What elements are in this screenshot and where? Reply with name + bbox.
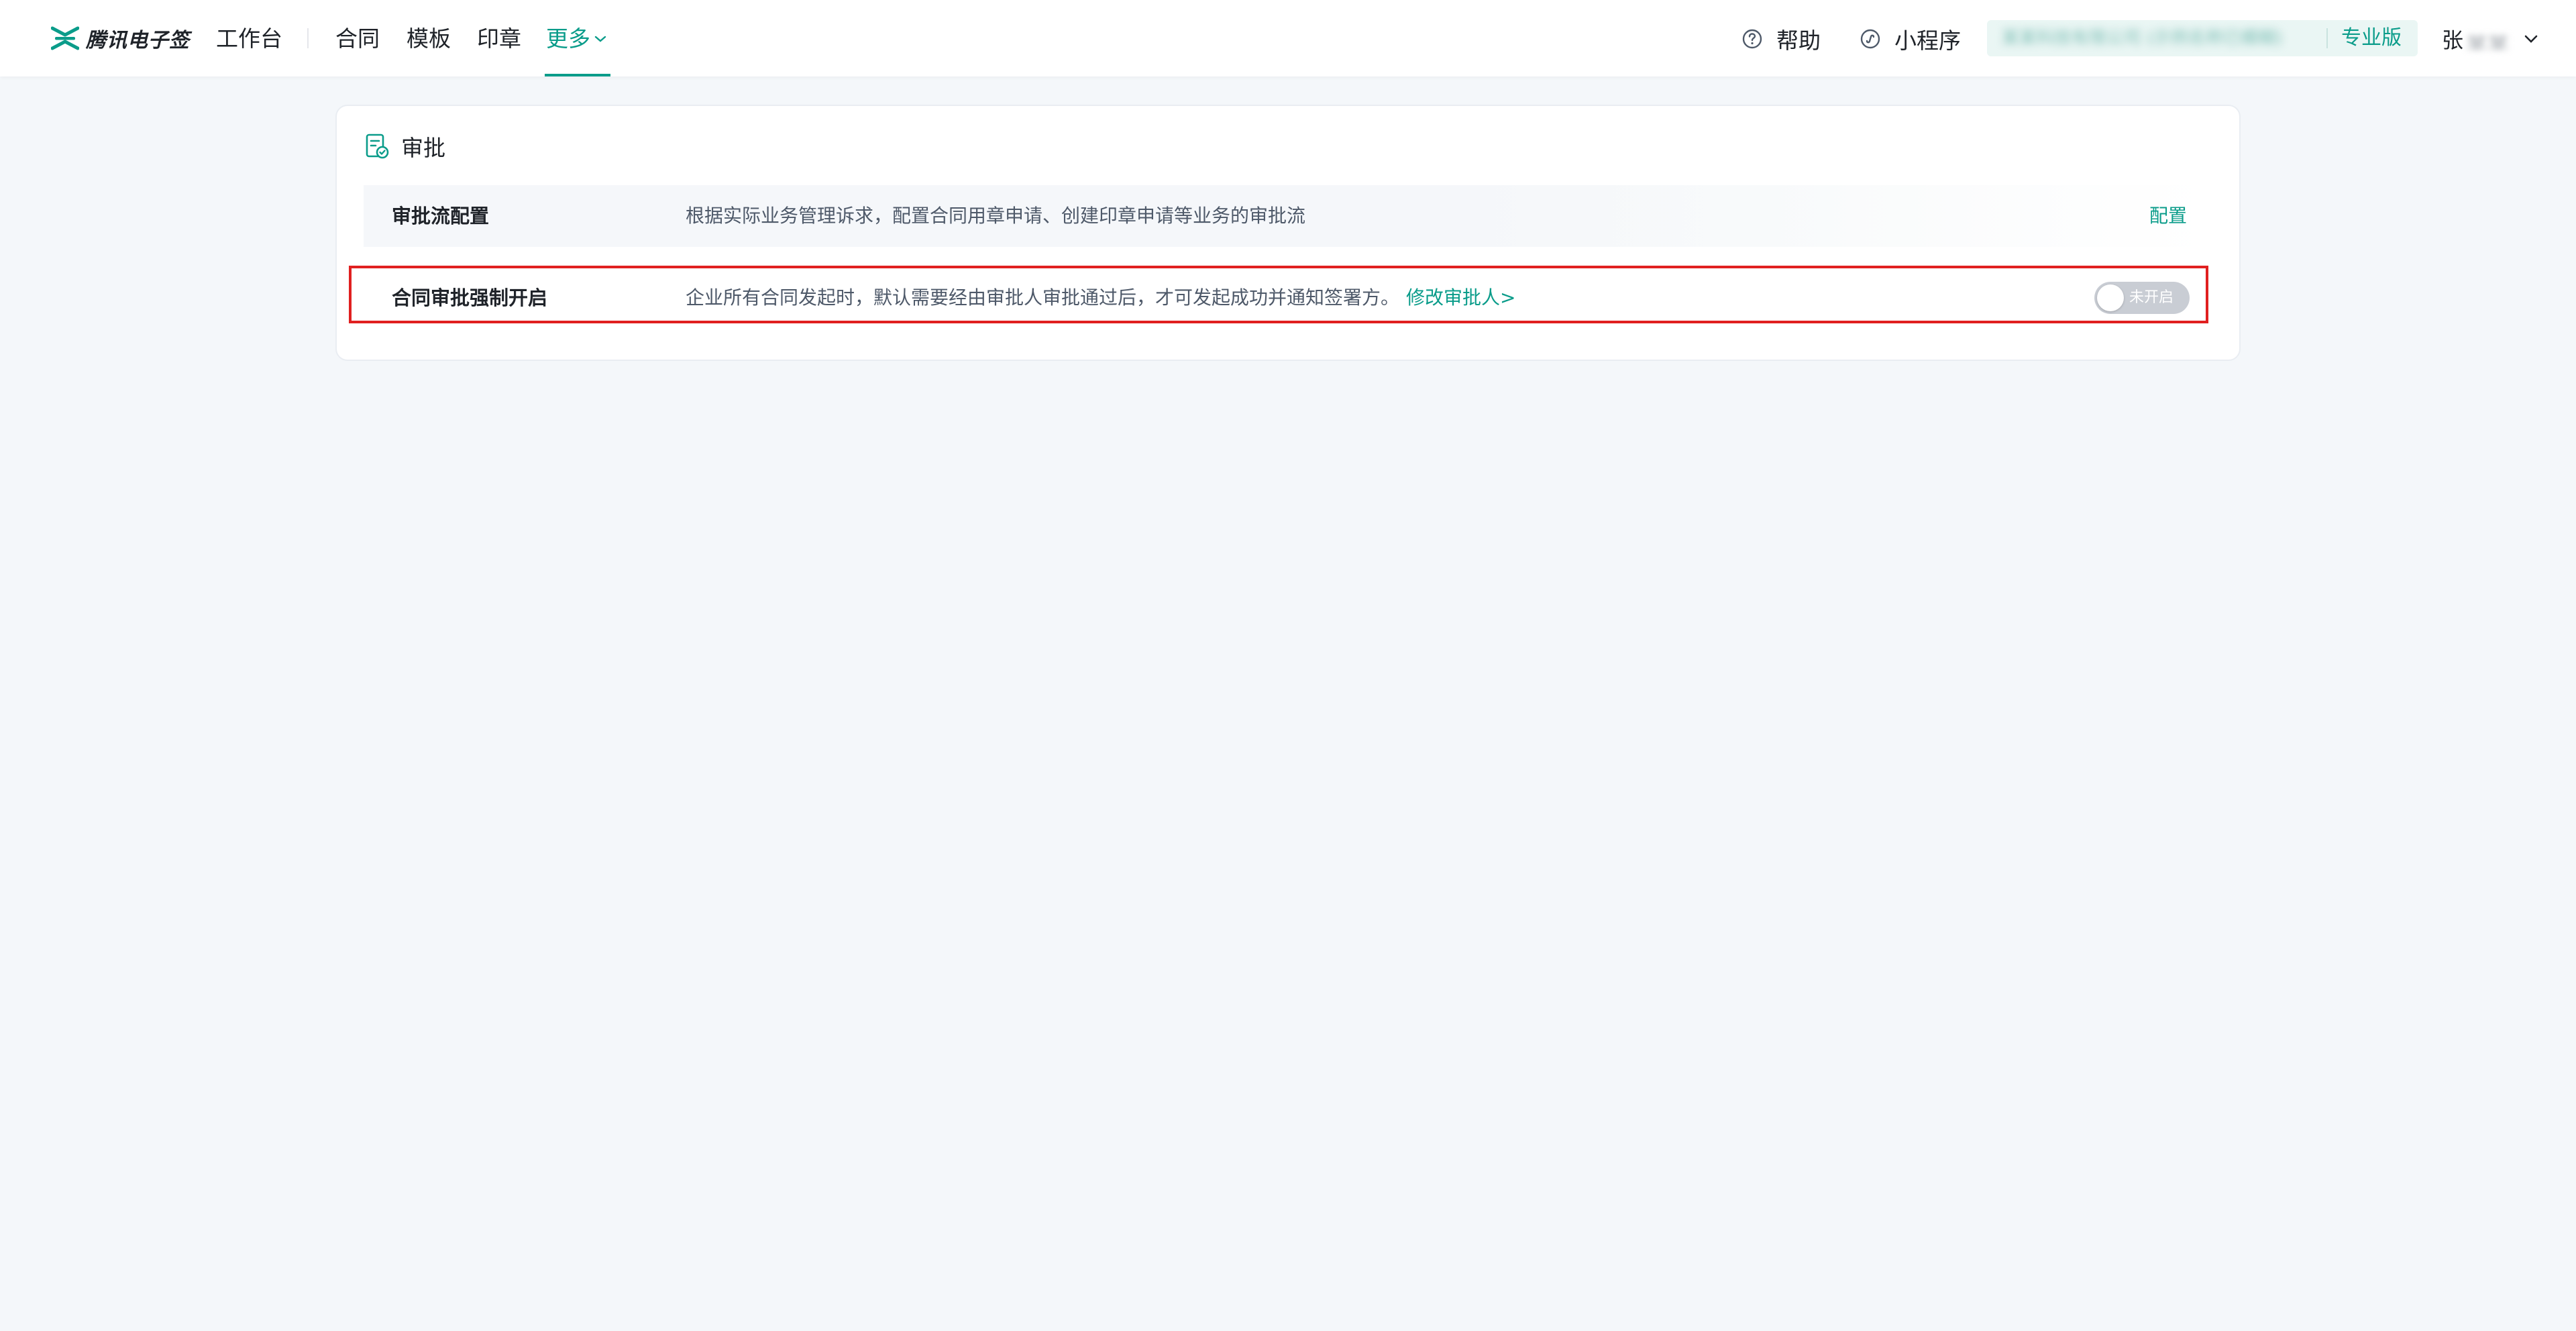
setting-description-wrap: 企业所有合同发起时，默认需要经由审批人审批通过后，才可发起成功并通知签署方。 修改… bbox=[686, 267, 1515, 329]
help-button[interactable]: 帮助 bbox=[1741, 24, 1821, 54]
mini-program-label: 小程序 bbox=[1894, 28, 1961, 54]
setting-row-approval-flow: 审批流配置 根据实际业务管理诉求，配置合同用章申请、创建印章申请等业务的审批流 … bbox=[364, 185, 2211, 247]
nav-seal[interactable]: 印章 bbox=[477, 24, 521, 54]
organization-switcher[interactable]: 某某科技有限公司 (示例名称已模糊) 专业版 bbox=[1987, 20, 2418, 56]
configure-link[interactable]: 配置 bbox=[2149, 185, 2187, 247]
chevron-down-icon bbox=[594, 36, 606, 42]
brand-logo-icon bbox=[51, 26, 79, 50]
nav-more[interactable]: 更多 bbox=[546, 24, 606, 54]
user-name: 张 bbox=[2442, 28, 2464, 53]
organization-divider bbox=[2326, 28, 2328, 48]
edit-approver-link[interactable]: 修改审批人> bbox=[1406, 286, 1515, 309]
setting-row-force-approval: 合同审批强制开启 企业所有合同发起时，默认需要经由审批人审批通过后，才可发起成功… bbox=[364, 267, 2211, 329]
edition-badge: 专业版 bbox=[2341, 26, 2402, 50]
nav-template[interactable]: 模板 bbox=[407, 24, 451, 54]
setting-label: 审批流配置 bbox=[392, 205, 490, 227]
setting-label: 合同审批强制开启 bbox=[392, 286, 548, 309]
nav-workbench[interactable]: 工作台 bbox=[216, 24, 282, 54]
setting-description: 根据实际业务管理诉求，配置合同用章申请、创建印章申请等业务的审批流 bbox=[686, 205, 1306, 227]
card-header: 审批 bbox=[365, 133, 445, 161]
toggle-state-label: 未开启 bbox=[2129, 289, 2174, 306]
approval-document-icon bbox=[366, 134, 389, 159]
user-menu[interactable]: 张 某某 bbox=[2442, 24, 2538, 54]
approval-settings-card: 审批 审批流配置 根据实际业务管理诉求，配置合同用章申请、创建印章申请等业务的审… bbox=[335, 105, 2241, 361]
nav-contract[interactable]: 合同 bbox=[335, 24, 380, 54]
setting-description: 企业所有合同发起时，默认需要经由审批人审批通过后，才可发起成功并通知签署方。 bbox=[686, 286, 1400, 309]
nav-more-label: 更多 bbox=[546, 25, 590, 52]
help-icon bbox=[1742, 29, 1762, 49]
brand-logo[interactable]: 腾讯电子签 bbox=[51, 24, 190, 52]
help-label: 帮助 bbox=[1776, 28, 1821, 54]
top-navigation-bar: 腾讯电子签 工作台 合同 模板 印章 更多 帮助 小程序 某某科技有限公司 (示… bbox=[0, 0, 2576, 76]
force-approval-toggle[interactable]: 未开启 bbox=[2094, 282, 2190, 314]
brand-logo-text: 腾讯电子签 bbox=[86, 29, 190, 52]
toggle-knob bbox=[2097, 284, 2124, 311]
nav-active-indicator bbox=[545, 74, 610, 76]
chevron-down-icon bbox=[2524, 35, 2538, 43]
card-title: 审批 bbox=[401, 135, 445, 161]
mini-program-button[interactable]: 小程序 bbox=[1860, 24, 1961, 54]
user-name-blurred: 某某 bbox=[2466, 33, 2510, 49]
organization-name: 某某科技有限公司 (示例名称已模糊) bbox=[2002, 28, 2283, 48]
mini-program-icon bbox=[1860, 29, 1880, 49]
nav-divider bbox=[307, 28, 309, 48]
